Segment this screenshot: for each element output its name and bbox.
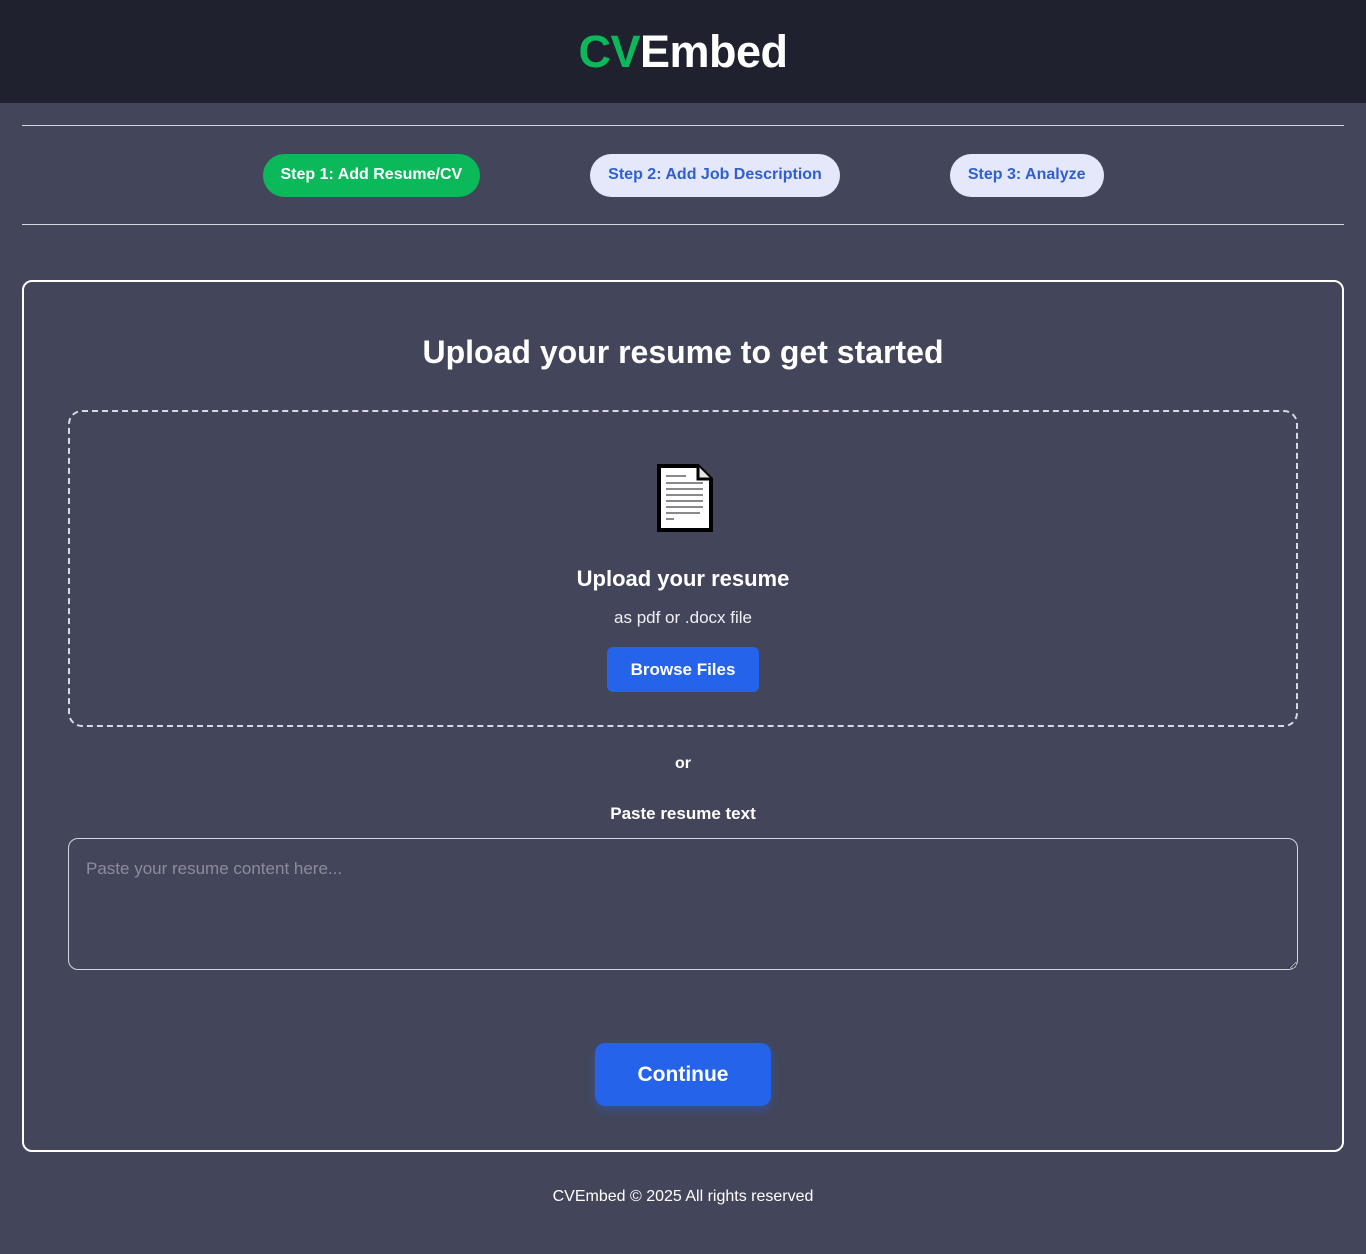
- continue-button[interactable]: Continue: [595, 1043, 771, 1106]
- upload-subtitle: as pdf or .docx file: [614, 608, 752, 627]
- page-title: Upload your resume to get started: [422, 334, 944, 370]
- upload-card: Upload your resume to get started Upload…: [22, 280, 1344, 1152]
- resume-text-input[interactable]: [68, 838, 1298, 970]
- paste-resume-label: Paste resume text: [610, 804, 756, 823]
- or-divider: or: [675, 755, 691, 772]
- app-header: CVEmbed: [0, 0, 1366, 103]
- browse-files-button[interactable]: Browse Files: [607, 647, 759, 692]
- step-3-tab[interactable]: Step 3: Analyze: [949, 153, 1104, 197]
- logo-rest: Embed: [639, 25, 788, 77]
- app-logo[interactable]: CVEmbed: [578, 25, 788, 78]
- step-navigation: Step 1: Add Resume/CV Step 2: Add Job De…: [22, 125, 1344, 225]
- step-2-tab[interactable]: Step 2: Add Job Description: [590, 153, 840, 197]
- upload-title: Upload your resume: [576, 566, 790, 591]
- footer-text: CVEmbed © 2025 All rights reserved: [552, 1188, 814, 1205]
- step-1-tab[interactable]: Step 1: Add Resume/CV: [262, 153, 481, 197]
- document-icon: [657, 464, 713, 532]
- resume-dropzone[interactable]: Upload your resume as pdf or .docx file …: [68, 410, 1298, 727]
- logo-accent: CV: [578, 25, 640, 77]
